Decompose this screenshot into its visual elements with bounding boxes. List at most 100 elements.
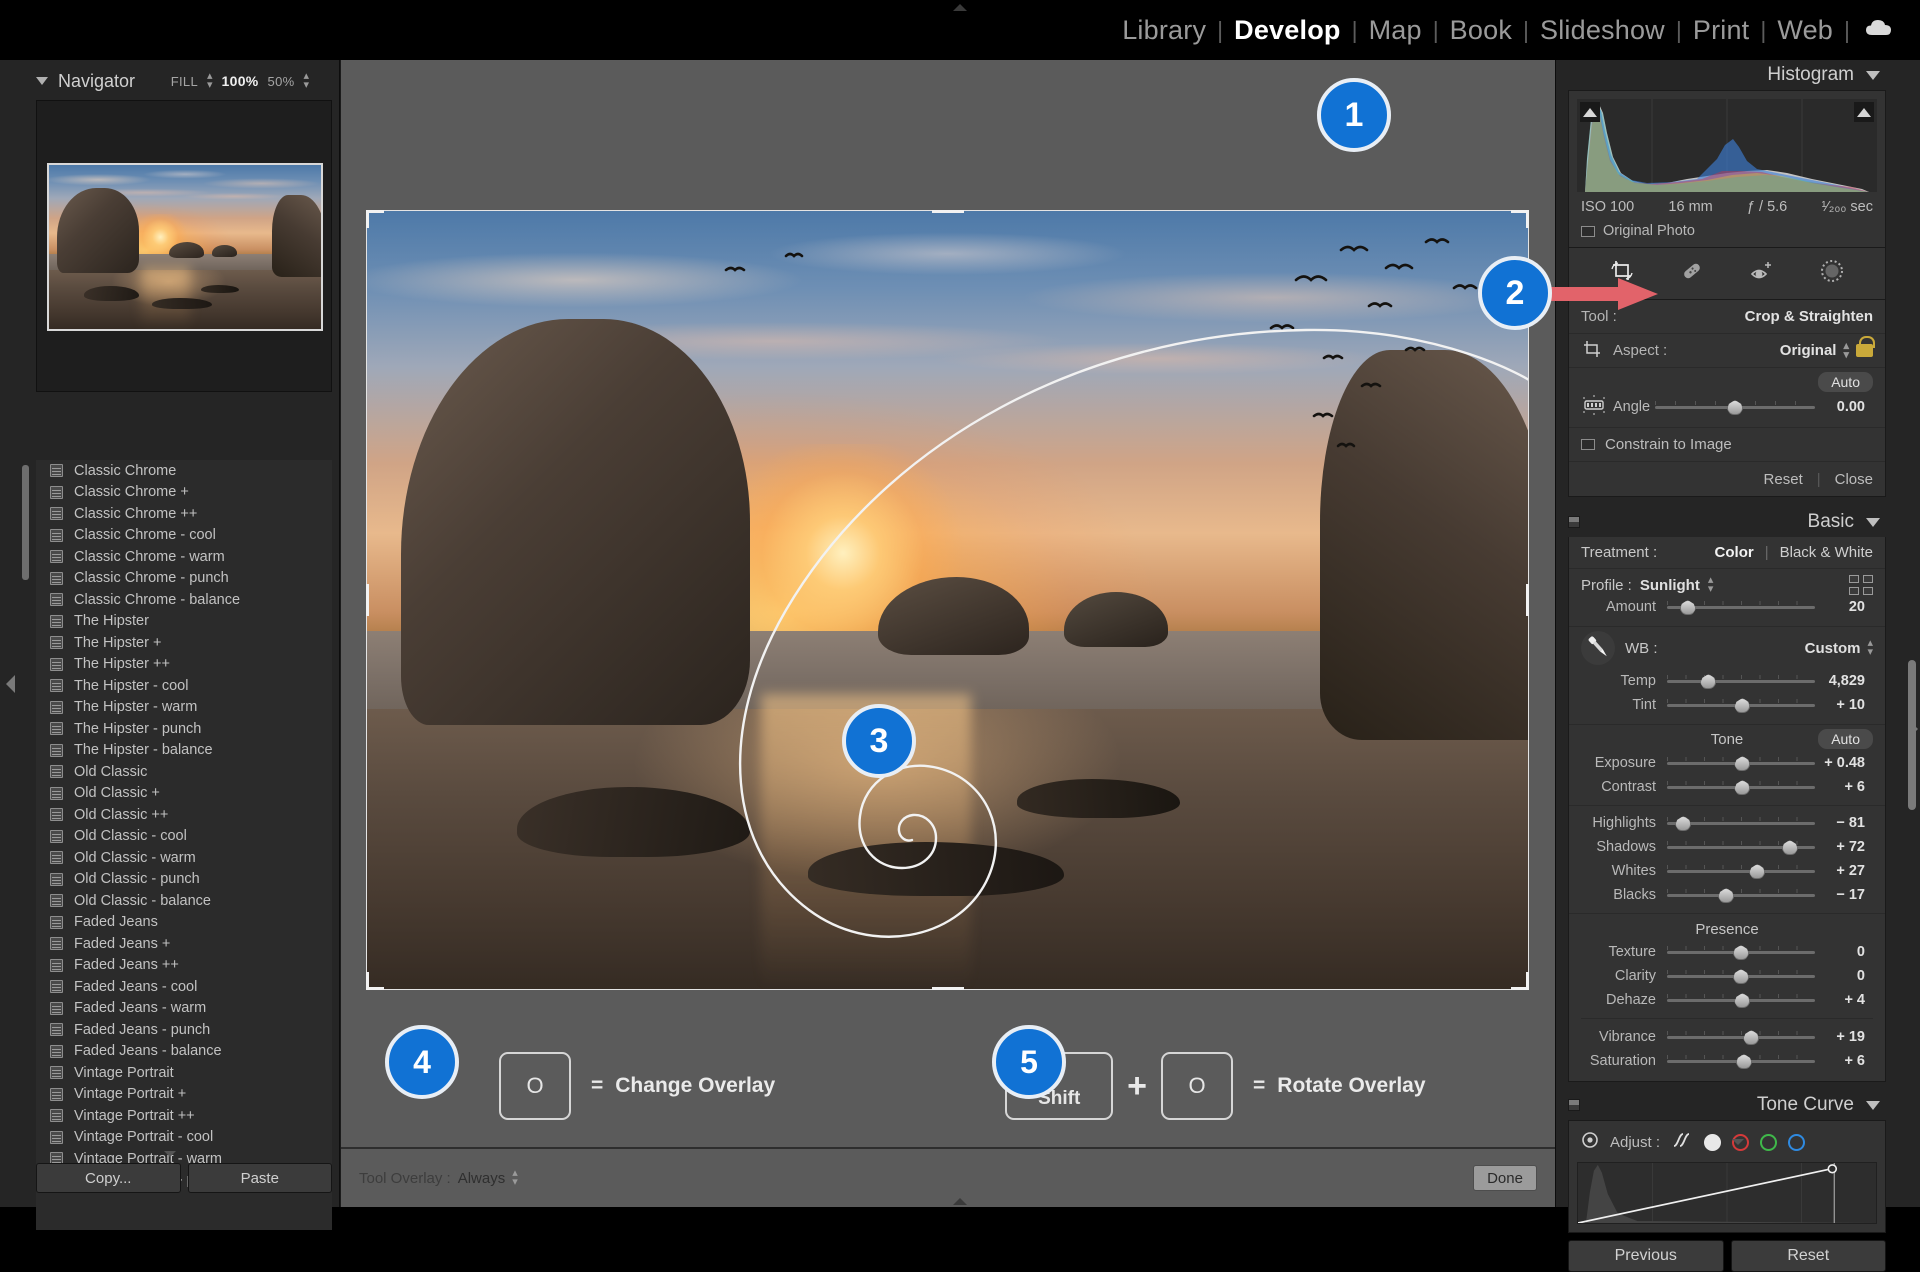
blacks-slider-track[interactable] — [1667, 888, 1815, 902]
aspect-lock-icon[interactable] — [1856, 344, 1873, 357]
wb-spinner-icon[interactable]: ▴▾ — [1867, 639, 1873, 657]
curve-icon[interactable] — [1671, 1131, 1693, 1153]
key-o-change-overlay[interactable]: O — [499, 1052, 571, 1120]
angle-slider-row[interactable]: Angle 0.00 — [1581, 395, 1873, 419]
preset-item[interactable]: Faded Jeans - cool — [36, 976, 332, 998]
saturation-slider-row[interactable]: Saturation + 6 — [1569, 1049, 1885, 1073]
preset-item[interactable]: Faded Jeans - balance — [36, 1041, 332, 1063]
shadows-slider-row[interactable]: Shadows + 72 — [1569, 835, 1885, 859]
profile-value[interactable]: Sunlight — [1640, 577, 1700, 594]
shadows-slider-track[interactable] — [1667, 840, 1815, 854]
constrain-checkbox[interactable] — [1581, 439, 1595, 450]
image-canvas[interactable] — [341, 60, 1555, 1085]
aspect-value[interactable]: Original — [1780, 342, 1837, 359]
tint-slider-row[interactable]: Tint + 10 — [1569, 693, 1885, 717]
tone-curve-graph[interactable] — [1577, 1162, 1877, 1224]
preset-item[interactable]: Old Classic - punch — [36, 869, 332, 891]
paste-button[interactable]: Paste — [188, 1163, 333, 1193]
preset-item[interactable]: Vintage Portrait + — [36, 1084, 332, 1106]
exposure-slider-row[interactable]: Exposure + 0.48 — [1569, 751, 1885, 775]
highlight-clipping-indicator[interactable] — [1854, 102, 1874, 122]
spot-removal-icon[interactable] — [1679, 258, 1705, 289]
preset-item[interactable]: Old Classic — [36, 761, 332, 783]
profile-spinner-icon[interactable]: ▴▾ — [1708, 576, 1714, 594]
temp-slider-track[interactable] — [1667, 674, 1815, 688]
clarity-value[interactable]: 0 — [1815, 968, 1873, 984]
preset-item[interactable]: Vintage Portrait — [36, 1062, 332, 1084]
reset-button[interactable]: Reset — [1731, 1240, 1887, 1272]
preset-item[interactable]: The Hipster - warm — [36, 697, 332, 719]
original-photo-row[interactable]: Original Photo — [1577, 217, 1877, 241]
previous-button[interactable]: Previous — [1568, 1240, 1724, 1272]
preset-item[interactable]: Vintage Portrait ++ — [36, 1105, 332, 1127]
treatment-color-option[interactable]: Color — [1715, 544, 1754, 561]
preset-item[interactable]: Classic Chrome - punch — [36, 568, 332, 590]
highlights-slider-track[interactable] — [1667, 816, 1815, 830]
dehaze-value[interactable]: + 4 — [1815, 992, 1873, 1008]
crop-frame-icon[interactable] — [1581, 339, 1603, 363]
highlights-slider-row[interactable]: Highlights − 81 — [1569, 811, 1885, 835]
blacks-value[interactable]: − 17 — [1815, 887, 1873, 903]
zoom-fill-spinner-icon[interactable]: ▴▾ — [207, 72, 213, 90]
preset-item[interactable]: Classic Chrome - cool — [36, 525, 332, 547]
wb-value[interactable]: Custom — [1805, 640, 1861, 657]
red-eye-icon[interactable] — [1749, 258, 1775, 289]
clarity-slider-track[interactable] — [1667, 969, 1815, 983]
exposure-slider-track[interactable] — [1667, 756, 1815, 770]
left-panel-collapse-arrow-icon[interactable] — [6, 675, 15, 693]
angle-dial-icon[interactable] — [1581, 394, 1607, 420]
original-photo-checkbox[interactable] — [1581, 226, 1595, 237]
cloud-icon[interactable] — [1864, 17, 1894, 44]
contrast-slider-track[interactable] — [1667, 780, 1815, 794]
dehaze-slider-track[interactable] — [1667, 993, 1815, 1007]
tone-curve-collapse-icon[interactable] — [1866, 1101, 1880, 1110]
crop-close-button[interactable]: Close — [1835, 471, 1873, 488]
preset-item[interactable]: Classic Chrome + — [36, 482, 332, 504]
preset-item[interactable]: The Hipster - punch — [36, 718, 332, 740]
preset-item[interactable]: Classic Chrome ++ — [36, 503, 332, 525]
basic-panel-switch-icon[interactable] — [1568, 516, 1580, 528]
vibrance-slider-track[interactable] — [1667, 1030, 1815, 1044]
right-panel-resize-caret-icon[interactable] — [1732, 1139, 1744, 1145]
blacks-slider-row[interactable]: Blacks − 17 — [1569, 883, 1885, 907]
navigator-preview[interactable] — [36, 100, 332, 392]
basic-collapse-icon[interactable] — [1866, 518, 1880, 527]
saturation-slider-track[interactable] — [1667, 1054, 1815, 1068]
exposure-value[interactable]: + 0.48 — [1815, 755, 1873, 771]
amount-value[interactable]: 20 — [1815, 599, 1873, 615]
preset-item[interactable]: Faded Jeans - warm — [36, 998, 332, 1020]
photo-preview[interactable] — [366, 210, 1529, 990]
angle-auto-button[interactable]: Auto — [1818, 372, 1873, 392]
preset-item[interactable]: The Hipster - cool — [36, 675, 332, 697]
preset-item[interactable]: Faded Jeans - punch — [36, 1019, 332, 1041]
right-panel-collapse-arrow-icon[interactable] — [1909, 720, 1918, 738]
top-grip-handle[interactable] — [953, 4, 967, 11]
module-slideshow[interactable]: Slideshow — [1529, 15, 1676, 46]
temp-slider-row[interactable]: Temp 4,829 — [1569, 669, 1885, 693]
histogram-header[interactable]: Histogram — [1568, 60, 1886, 90]
histogram-graph[interactable] — [1577, 99, 1877, 192]
profile-row[interactable]: Profile : Sunlight ▴▾ — [1569, 569, 1885, 595]
preset-item[interactable]: Old Classic - cool — [36, 826, 332, 848]
vibrance-slider-row[interactable]: Vibrance + 19 — [1569, 1025, 1885, 1049]
whites-value[interactable]: + 27 — [1815, 863, 1873, 879]
tint-slider-track[interactable] — [1667, 698, 1815, 712]
collapse-triangle-icon[interactable] — [36, 77, 48, 85]
shadow-clipping-indicator[interactable] — [1580, 102, 1600, 122]
angle-slider-track[interactable] — [1655, 400, 1815, 414]
left-panel-resize-caret-icon[interactable] — [164, 1151, 176, 1157]
module-library[interactable]: Library — [1111, 15, 1217, 46]
preset-item[interactable]: Old Classic - balance — [36, 890, 332, 912]
whites-slider-track[interactable] — [1667, 864, 1815, 878]
highlights-value[interactable]: − 81 — [1815, 815, 1873, 831]
crop-reset-button[interactable]: Reset — [1764, 471, 1803, 488]
saturation-value[interactable]: + 6 — [1815, 1053, 1873, 1069]
tone-curve-panel-switch-icon[interactable] — [1568, 1099, 1580, 1111]
tone-auto-button[interactable]: Auto — [1818, 729, 1873, 749]
treatment-bw-option[interactable]: Black & White — [1780, 544, 1873, 561]
dehaze-slider-row[interactable]: Dehaze + 4 — [1569, 988, 1885, 1012]
white-balance-row[interactable]: WB : Custom ▴▾ — [1569, 627, 1885, 669]
left-panel-scrollbar[interactable] — [22, 465, 29, 580]
preset-item[interactable]: The Hipster - balance — [36, 740, 332, 762]
contrast-slider-row[interactable]: Contrast + 6 — [1569, 775, 1885, 799]
